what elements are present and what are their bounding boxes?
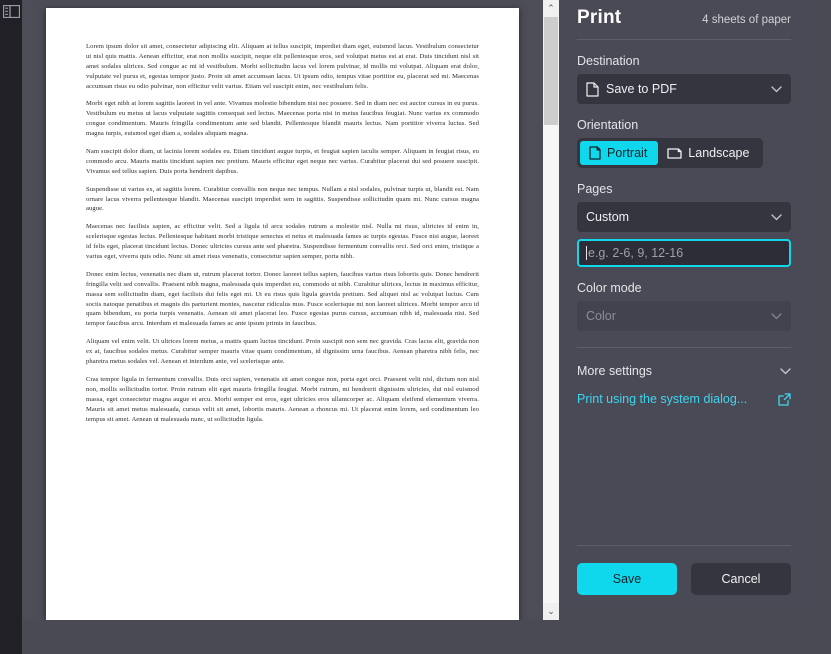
system-dialog-label: Print using the system dialog... (577, 392, 748, 406)
print-preview-pane: Lorem ipsum dolor sit amet, consectetur … (22, 0, 559, 620)
preview-paragraph: Cras tempor ligula in fermentum convalli… (86, 375, 479, 423)
preview-paragraph: Morbi eget nibh at lorem sagittis laoree… (86, 100, 479, 138)
cancel-button[interactable]: Cancel (691, 563, 791, 595)
preview-paragraph: Aliquam vel enim velit. Ut ultrices lore… (86, 338, 479, 366)
chevron-down-icon (771, 311, 782, 322)
color-mode-label: Color mode (577, 281, 642, 295)
chevron-down-icon (771, 84, 782, 95)
text-cursor (586, 246, 587, 260)
pages-label: Pages (577, 182, 613, 196)
portrait-page-icon (589, 146, 601, 160)
chevron-down-icon (780, 366, 791, 377)
more-settings-label: More settings (577, 364, 653, 378)
save-button[interactable]: Save (577, 563, 677, 595)
more-settings-toggle[interactable]: More settings (577, 364, 791, 378)
pages-custom-range-input[interactable]: e.g. 2-6, 9, 12-16 (577, 239, 791, 267)
print-dialog-overlay: Lorem ipsum dolor sit amet, consectetur … (22, 0, 831, 654)
expand-chevron-icon[interactable]: » (827, 6, 831, 28)
pages-select[interactable]: Custom (577, 202, 791, 232)
panel-layout-icon[interactable] (3, 5, 20, 18)
preview-scrollbar[interactable]: ⌃ ⌄ (543, 0, 559, 620)
preview-scrollbar-track[interactable] (543, 125, 559, 603)
print-preview-page: Lorem ipsum dolor sit amet, consectetur … (46, 8, 519, 620)
sheet-count-label: 4 sheets of paper (702, 14, 791, 26)
preview-scrollbar-thumb[interactable] (544, 17, 558, 125)
pages-custom-range-placeholder: e.g. 2-6, 9, 12-16 (588, 246, 684, 260)
print-panel-header: Print 4 sheets of paper (577, 0, 791, 29)
header-divider (577, 39, 791, 40)
external-link-icon (778, 392, 791, 406)
color-mode-value: Color (586, 309, 616, 323)
page-title: Print (577, 7, 622, 28)
landscape-page-icon (667, 147, 682, 160)
orientation-option-landscape[interactable]: Landscape (658, 141, 760, 165)
footer-button-group: Save Cancel (577, 563, 791, 595)
color-mode-select: Color (577, 301, 791, 331)
scroll-up-icon[interactable]: ⌃ (543, 0, 559, 17)
scroll-down-icon[interactable]: ⌄ (543, 603, 559, 620)
destination-value: Save to PDF (606, 82, 677, 96)
destination-select[interactable]: Save to PDF (577, 74, 791, 104)
orientation-option-portrait-label: Portrait (607, 146, 648, 160)
destination-label: Destination (577, 54, 640, 68)
orientation-option-landscape-label: Landscape (688, 146, 750, 160)
pages-value: Custom (586, 210, 630, 224)
orientation-label: Orientation (577, 118, 639, 132)
settings-divider (577, 347, 791, 348)
orientation-segmented-control: Portrait Landscape (577, 138, 764, 168)
print-using-system-dialog-link[interactable]: Print using the system dialog... (577, 392, 791, 406)
preview-paragraph: Suspendisse ut varius ex, at sagittis lo… (86, 185, 479, 213)
print-panel-footer: Save Cancel (559, 545, 809, 612)
preview-paragraph: Nam suscipit dolor diam, ut lacinia lore… (86, 148, 479, 175)
left-rail (0, 0, 23, 654)
chevron-down-icon (771, 212, 782, 223)
preview-paragraph: Lorem ipsum dolor sit amet, consectetur … (86, 43, 479, 90)
preview-paragraph: Maecenas nec facilisis sapien, ac effici… (86, 223, 479, 261)
print-settings-panel: Print 4 sheets of paper Destination Save… (559, 0, 809, 612)
app-root: Donec enim lectus, venenatis nec diam ut… (0, 0, 831, 654)
footer-divider (577, 545, 791, 546)
document-icon (586, 81, 599, 97)
preview-paragraph: Donec enim lectus, venenatis nec diam ut… (86, 270, 479, 328)
orientation-option-portrait[interactable]: Portrait (580, 141, 659, 165)
